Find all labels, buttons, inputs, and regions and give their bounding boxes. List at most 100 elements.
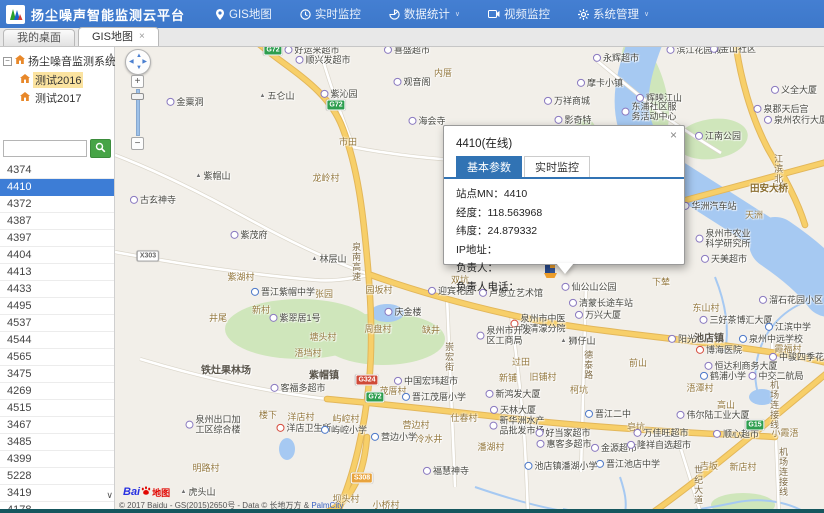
zoom-in-button[interactable]: +: [131, 75, 144, 88]
close-icon[interactable]: ×: [670, 129, 677, 141]
nav-item-video-monitor[interactable]: 视频监控: [474, 0, 564, 28]
popup-tab[interactable]: 基本参数: [456, 156, 522, 177]
poi-icon: [394, 377, 402, 385]
poi-icon: [771, 86, 779, 94]
tree-root-node[interactable]: − 扬尘噪音监测系统: [3, 53, 112, 69]
station-list-item[interactable]: 4374: [0, 162, 114, 179]
station-list-item[interactable]: 3419: [0, 485, 114, 502]
map-label: 中骏四季花城: [769, 352, 824, 362]
station-list-item[interactable]: 4410: [0, 179, 114, 196]
poi-icon: [270, 384, 278, 392]
nav-item-system-manage[interactable]: 系统管理∨: [564, 0, 663, 28]
map-label: 江南公园: [695, 131, 741, 141]
map-label: 冷水井: [415, 434, 442, 444]
gis-map-canvas[interactable]: 好运来超市顺兴发超市喜盛超市内厝观音阁金粟洞▲五仑山紫沁园市田海会寺▲紫帽山古玄…: [115, 47, 824, 513]
hospital-icon: [276, 424, 284, 432]
map-label: 塘头村: [309, 332, 336, 342]
station-list-item[interactable]: 3475: [0, 366, 114, 383]
nav-item-realtime-monitor[interactable]: 实时监控: [286, 0, 375, 28]
school-icon: [321, 426, 329, 434]
map-label: 博海医院: [696, 345, 742, 355]
poi-icon: [554, 116, 562, 124]
map-label: 前山: [629, 358, 647, 368]
map-label: 海会寺: [408, 116, 445, 126]
map-label: 内厝: [434, 68, 452, 78]
tab-label: GIS地图: [92, 29, 133, 45]
search-icon: [95, 140, 106, 158]
gear-icon: [578, 9, 589, 20]
poi-icon: [423, 467, 431, 475]
station-list-item[interactable]: 4413: [0, 264, 114, 281]
nav-item-data-stats[interactable]: 数据统计∨: [375, 0, 474, 28]
zoom-slider-handle[interactable]: [131, 93, 144, 100]
map-pan-control[interactable]: ▲ ▼ ◀ ▶: [125, 49, 151, 75]
station-list-item[interactable]: 4537: [0, 315, 114, 332]
tab-gis-map[interactable]: GIS地图 ×: [78, 27, 159, 46]
station-list-item[interactable]: 4565: [0, 349, 114, 366]
zoom-out-button[interactable]: −: [131, 137, 144, 150]
station-list-item[interactable]: 4495: [0, 298, 114, 315]
map-label: 晋江池店中学: [596, 459, 660, 469]
map-label: 旧铺村: [529, 372, 556, 382]
scroll-up-icon[interactable]: ∧: [108, 51, 114, 60]
road-badge: S308: [351, 473, 373, 484]
station-list-item[interactable]: 5228: [0, 468, 114, 485]
station-list-item[interactable]: 4372: [0, 196, 114, 213]
popup-field: 负责人电话：: [456, 279, 672, 294]
nav-item-gis-map[interactable]: GIS地图: [201, 0, 286, 28]
poi-icon: [485, 390, 493, 398]
school-icon: [371, 433, 379, 441]
station-list-item[interactable]: 4404: [0, 247, 114, 264]
poi-icon: [295, 56, 303, 64]
baidu-logo-text: Bai: [123, 486, 140, 498]
chart-icon: [389, 9, 400, 20]
tree-node[interactable]: 测试2017: [20, 89, 112, 107]
map-label: 摩卡小镇: [577, 78, 623, 88]
station-list-item[interactable]: 3485: [0, 434, 114, 451]
map-label: 江滨中学: [765, 322, 811, 332]
scroll-down-icon[interactable]: ∨: [106, 490, 113, 501]
pan-left-icon[interactable]: ◀: [129, 59, 134, 65]
map-label: 屿崆小学: [321, 425, 367, 435]
popup-tab[interactable]: 实时监控: [524, 156, 590, 177]
pan-right-icon[interactable]: ▶: [142, 59, 147, 65]
poi-icon: [230, 231, 238, 239]
tab-my-desktop[interactable]: 我的桌面: [3, 29, 75, 46]
chevron-down-icon: ∨: [455, 10, 460, 18]
sidebar: − 扬尘噪音监测系统 测试2016测试2017 ∧ 43744410437243…: [0, 47, 115, 513]
map-label: 溜石花园小区: [759, 295, 823, 305]
pan-down-icon[interactable]: ▼: [136, 65, 142, 71]
station-list-item[interactable]: 4544: [0, 332, 114, 349]
map-label: 隆祥自选超市: [627, 440, 691, 450]
map-label: 市田: [339, 137, 357, 147]
station-list-item[interactable]: 3467: [0, 417, 114, 434]
station-list-item[interactable]: 4387: [0, 213, 114, 230]
popup-title: 4410(在线): [444, 126, 684, 156]
pan-up-icon[interactable]: ▲: [136, 53, 142, 59]
mountain-icon: ▲: [312, 256, 318, 263]
search-input[interactable]: [3, 140, 87, 157]
map-label: 好当家超市: [535, 428, 590, 438]
station-list-item[interactable]: 4515: [0, 400, 114, 417]
poi-icon: [713, 430, 721, 438]
station-list-item[interactable]: 4397: [0, 230, 114, 247]
station-list-item[interactable]: 4269: [0, 383, 114, 400]
search-button[interactable]: [90, 139, 111, 158]
map-label: 屿崆村: [332, 414, 359, 424]
tree-node[interactable]: 测试2016: [20, 71, 112, 89]
poi-icon: [535, 429, 543, 437]
page-title: 扬尘噪声智能监测云平台: [31, 5, 185, 24]
station-list-item[interactable]: 4433: [0, 281, 114, 298]
pin-icon: [215, 9, 225, 20]
poi-icon: [428, 287, 436, 295]
tree-root-label: 扬尘噪音监测系统: [28, 53, 116, 69]
tab-close-icon[interactable]: ×: [139, 32, 145, 42]
station-list-item[interactable]: 4399: [0, 451, 114, 468]
map-label: 机场连接线: [778, 447, 788, 497]
tree-collapse-icon[interactable]: −: [3, 57, 12, 66]
mountain-icon: ▲: [260, 93, 266, 100]
poi-icon: [769, 353, 777, 361]
map-label: 铁灶果林场: [201, 365, 251, 377]
map-label: 泉南高速: [351, 242, 361, 282]
map-label: 泉州农行大厦: [764, 115, 824, 125]
